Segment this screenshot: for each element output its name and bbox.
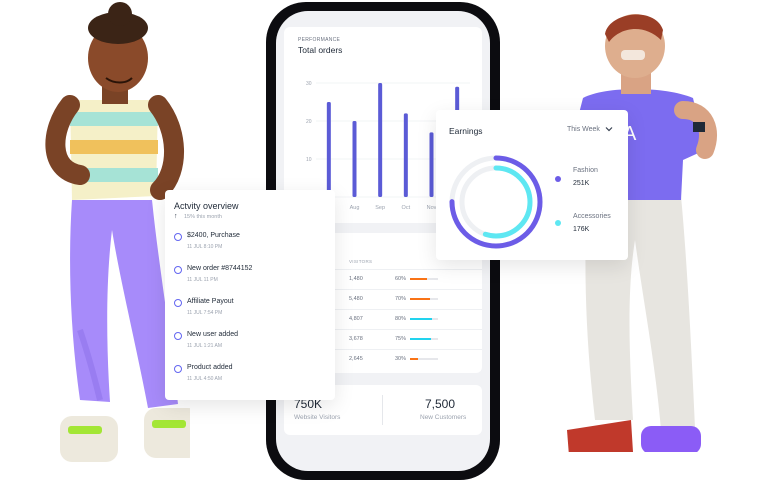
y-tick-label: 30: [306, 81, 312, 87]
x-tick-label: Sep: [375, 205, 385, 211]
circle-icon: [174, 266, 182, 274]
fashion-value: 251K: [573, 180, 590, 187]
x-tick-label: Aug: [350, 205, 360, 211]
y-tick-label: 20: [306, 119, 312, 125]
activity-item-name: New order #8744152: [187, 265, 253, 272]
bar: [429, 132, 434, 197]
activity-item-time: 11 JUL 7:54 PM: [187, 310, 223, 316]
activity-title: Actvity overview: [174, 201, 239, 211]
progress-bar: [410, 278, 427, 280]
earnings-card: Earnings This Week Fashion 251K Accessor…: [436, 110, 628, 260]
progress-bar: [410, 358, 419, 360]
website-visitors-label: Website Visitors: [294, 414, 341, 421]
activity-item-time: 11 JUL 4:50 AM: [187, 376, 223, 382]
activity-overview-card: Actvity overview ↑ 15% this month $2400,…: [165, 190, 335, 400]
progress-bar: [410, 338, 431, 340]
bar: [352, 121, 357, 197]
activity-item-name: Product added: [187, 364, 233, 371]
percent-cell: 30%: [395, 356, 407, 362]
circle-icon: [174, 233, 182, 241]
earnings-donut-chart: [449, 155, 543, 249]
visitors-cell: 1,480: [349, 276, 363, 282]
stats-divider: [382, 395, 383, 425]
new-customers-label: New Customers: [420, 414, 467, 421]
bar: [326, 102, 331, 197]
circle-icon: [174, 332, 182, 340]
visitors-cell: 5,480: [349, 296, 363, 302]
visitors-cell: 4,807: [349, 316, 363, 322]
accessories-legend-dot: [555, 220, 561, 226]
activity-item-name: New user added: [187, 331, 238, 338]
new-customers-value: 7,500: [425, 397, 456, 411]
visitors-header: VISITORS: [349, 259, 373, 264]
fashion-label: Fashion: [573, 167, 598, 174]
chevron-down-icon[interactable]: [604, 124, 614, 134]
bar: [378, 83, 383, 197]
bar: [403, 113, 408, 197]
earnings-title: Earnings: [449, 126, 483, 136]
period-dropdown[interactable]: This Week: [567, 126, 600, 133]
visitors-cell: 3,678: [349, 336, 363, 342]
percent-cell: 75%: [395, 336, 407, 342]
activity-item-name: $2400, Purchase: [187, 232, 240, 239]
x-tick-label: Oct: [402, 205, 411, 211]
circle-icon: [174, 299, 182, 307]
activity-item-time: 11 JUL 8:10 PM: [187, 244, 223, 250]
accessories-value: 176K: [573, 226, 590, 233]
progress-bar: [410, 298, 430, 300]
visitors-cell: 2,645: [349, 356, 363, 362]
accessories-label: Accessories: [573, 213, 611, 220]
percent-cell: 80%: [395, 316, 407, 322]
fashion-legend-dot: [555, 176, 561, 182]
y-tick-label: 10: [306, 157, 312, 163]
arrow-up-icon: ↑: [174, 213, 178, 220]
activity-item-time: 11 JUL 1:21 AM: [187, 343, 223, 349]
activity-subtitle: 15% this month: [184, 214, 222, 220]
progress-bar: [410, 318, 433, 320]
circle-icon: [174, 365, 182, 373]
activity-item-time: 11 JUL 11 PM: [187, 277, 218, 283]
percent-cell: 60%: [395, 276, 407, 282]
percent-cell: 70%: [395, 296, 407, 302]
activity-item-name: Affiliate Payout: [187, 298, 234, 305]
